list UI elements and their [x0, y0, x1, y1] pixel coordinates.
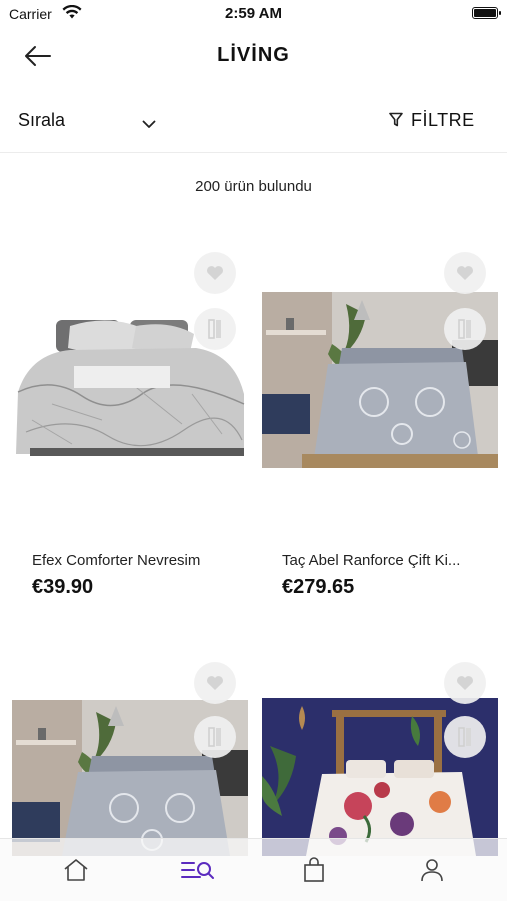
filter-label: FİLTRE [411, 110, 475, 130]
tab-cart[interactable] [294, 853, 334, 887]
chevron-down-icon [142, 116, 156, 134]
clock: 2:59 AM [225, 5, 282, 22]
sort-dropdown[interactable]: Sırala [18, 106, 168, 136]
product-price: €279.65 [282, 576, 355, 598]
compare-icon [458, 727, 471, 747]
battery-icon [472, 7, 501, 19]
page-title: LİVİNG [217, 44, 290, 66]
product-card[interactable] [262, 656, 498, 856]
product-price: €39.90 [32, 576, 94, 598]
tab-profile[interactable] [412, 853, 452, 887]
compare-button[interactable] [444, 716, 486, 758]
sort-label: Sırala [18, 110, 66, 130]
navigation-bar: LİVİNG [0, 34, 507, 80]
heart-icon [457, 676, 473, 690]
compare-button[interactable] [194, 308, 236, 350]
bag-icon [304, 857, 324, 882]
product-name: Efex Comforter Nevresim [32, 552, 201, 569]
profile-icon [421, 859, 443, 882]
product-name: Taç Abel Ranforce Çift Ki... [282, 552, 461, 569]
compare-button[interactable] [194, 716, 236, 758]
product-card[interactable]: Efex Comforter Nevresim €39.90 [12, 244, 248, 624]
tab-bar [0, 838, 507, 901]
compare-button[interactable] [444, 308, 486, 350]
status-bar: Carrier 2:59 AM [0, 0, 507, 28]
catalog-search-icon [181, 862, 214, 879]
compare-icon [208, 319, 221, 339]
funnel-icon [389, 112, 403, 132]
tab-home[interactable] [56, 853, 96, 887]
favorite-button[interactable] [444, 662, 486, 704]
heart-icon [457, 266, 473, 280]
compare-icon [458, 319, 471, 339]
heart-icon [207, 266, 223, 280]
filter-button[interactable]: FİLTRE [381, 106, 491, 136]
favorite-button[interactable] [194, 662, 236, 704]
favorite-button[interactable] [194, 252, 236, 294]
list-toolbar: Sırala FİLTRE [0, 96, 507, 153]
product-card[interactable]: Taç Abel Ranforce Çift Ki... €279.65 [262, 244, 498, 624]
results-count: 200 ürün bulundu [195, 178, 312, 195]
heart-icon [207, 676, 223, 690]
compare-icon [208, 727, 221, 747]
favorite-button[interactable] [444, 252, 486, 294]
tab-catalog[interactable] [178, 853, 218, 887]
product-card[interactable] [12, 656, 248, 856]
home-icon [64, 859, 88, 881]
